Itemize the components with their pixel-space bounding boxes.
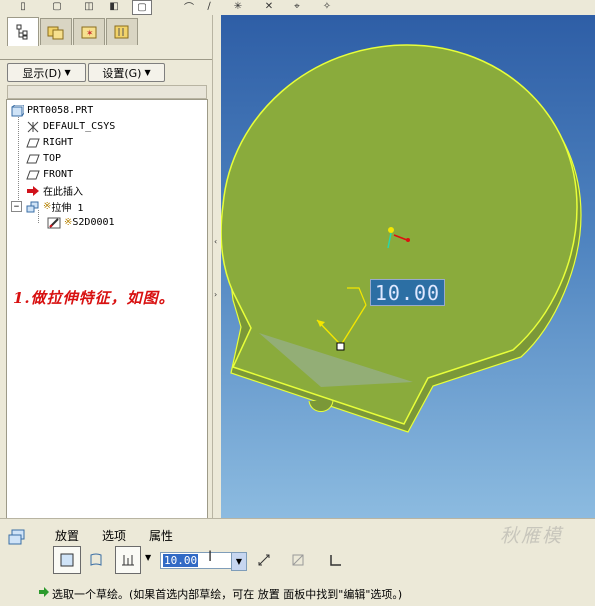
top-toolbar: ▯ ▢ ◫ ◧ ▢ ⌒ ∕ ✳ ✕ ⌖ ✧ [0,0,595,16]
extrude-dashboard: 放置 选项 属性 ▼ 10.00 I ▼ 秋雁模 选取一个草绘。(如果首选内部草… [0,518,595,606]
depth-input[interactable]: 10.00 [160,552,234,569]
tree-item-insert-here[interactable]: 在此插入 [26,183,83,198]
extrude-icon [26,201,40,213]
repaint-icon[interactable]: ◫ [80,0,98,13]
datum-plane-icon [26,137,40,149]
part-graphics [221,44,582,433]
model-tree-tab[interactable] [7,17,39,46]
show-dropdown-label: 显示(D) [22,66,62,80]
sketch-icon [47,217,61,229]
tree-item-label: DEFAULT_CSYS [43,121,116,132]
collapse-left-icon[interactable]: ‹ [214,237,217,246]
folder-icon [47,26,64,40]
favorites-tab[interactable]: ✶ [73,18,105,45]
blind-depth-icon [122,555,134,566]
settings-dropdown[interactable]: 设置(G) ▼ [88,63,165,82]
depth-option-button[interactable] [115,546,141,574]
tree-item-label: S2D0001 [72,217,115,228]
favorites-icon: ✶ [81,26,97,39]
datum-plane-icon [26,153,40,165]
tree-item-label: 拉伸 1 [51,203,84,214]
chevron-down-icon: ▼ [144,68,151,77]
text-cursor-icon: I [208,549,213,565]
thicken-icon [330,555,341,566]
part-icon [10,104,24,117]
show-dropdown[interactable]: 显示(D) ▼ [7,63,86,82]
extrude-top-face [221,44,578,425]
flip-direction-icon [258,554,270,566]
tab-options[interactable]: 选项 [102,527,126,544]
expand-right-icon[interactable]: › [214,290,217,299]
tree-root-item[interactable]: PRT0058.PRT [10,103,93,118]
tab-placement[interactable]: 放置 [55,527,79,544]
tree-guide-line [18,112,19,212]
collapse-toggle-icon[interactable]: − [11,201,22,212]
tab-strip-divider [0,59,212,60]
message-arrow-icon [38,587,50,600]
navigator-panel: ✶ 显示(D) ▼ 设置(G) ▼ PRT0058.PRT DEFAULT_CSYS… [0,15,212,531]
csys-icon [26,121,40,133]
tree-item-label: FRONT [43,169,74,180]
tree-item-label: 在此插入 [43,187,83,198]
surface-button[interactable] [82,546,110,574]
datum-plane-icon [26,169,40,181]
tree-item-front[interactable]: FRONT [26,167,73,182]
tree-item-right[interactable]: RIGHT [26,135,73,150]
display-icon[interactable]: ▢ [48,0,66,13]
folder-browser-tab[interactable] [40,18,72,45]
regen-marker-icon: ※ [64,217,73,228]
datum-axis-icon[interactable]: ∕ [200,0,218,13]
tree-item-csys[interactable]: DEFAULT_CSYS [26,119,115,134]
remove-material-button[interactable] [284,546,312,574]
csys-origin-icon [388,227,394,233]
insert-here-arrow-icon [26,185,40,197]
solid-button[interactable] [53,546,81,574]
sketch-mode-icon [8,529,26,548]
status-message: 选取一个草绘。(如果首选内部草绘，可在 放置 面板中找到"编辑"选项。) [52,588,403,601]
model-tree: PRT0058.PRT DEFAULT_CSYS RIGHT TOP FRONT… [6,99,208,531]
csys-icon[interactable]: ✕ [260,0,278,13]
chevron-down-icon[interactable]: ▼ [145,553,151,562]
tree-item-top[interactable]: TOP [26,151,61,166]
tree-column-header[interactable] [7,85,207,99]
tree-item-extrude[interactable]: − ※ 拉伸 1 [11,199,83,214]
spin-center-icon[interactable]: ⌖ [288,0,306,13]
depth-value: 10.00 [163,554,199,567]
connections-icon [114,25,129,39]
tree-item-sketch[interactable]: ※ S2D0001 [47,215,115,230]
tab-properties[interactable]: 属性 [149,527,173,544]
svg-text:✶: ✶ [86,29,94,39]
view-icon[interactable]: ▯ [14,0,32,13]
flip-direction-button[interactable] [250,546,278,574]
tutorial-annotation: 1.做拉伸特征，如图。 [13,289,175,307]
chevron-down-icon: ▼ [64,68,71,77]
dimension-value[interactable]: 10.00 [370,279,445,306]
orient-icon[interactable]: ▢ [132,0,152,15]
datum-plane-icon[interactable]: ⌒ [180,0,198,14]
datum-point-icon[interactable]: ✳ [229,0,247,13]
settings-dropdown-label: 设置(G) [102,66,142,80]
regen-marker-icon: ※ [43,201,52,212]
surface-icon [90,553,102,566]
model-tree-icon [16,24,28,40]
zoom-icon[interactable]: ◧ [105,0,123,13]
csys-point [406,238,410,242]
drag-handle[interactable] [336,342,345,351]
tree-item-label: RIGHT [43,137,74,148]
tree-item-label: TOP [43,153,62,164]
notch-edge [308,400,334,412]
annotation-icon[interactable]: ✧ [318,0,336,13]
solid-icon [60,553,74,567]
tree-root-label: PRT0058.PRT [27,105,94,116]
depth-dropdown-icon[interactable]: ▼ [231,552,247,571]
connections-tab[interactable] [106,18,138,45]
thicken-button[interactable] [321,546,349,574]
remove-material-icon [292,554,304,566]
graphics-viewport[interactable]: 10.00 [221,15,595,518]
watermark: 秋雁模 [500,525,564,547]
